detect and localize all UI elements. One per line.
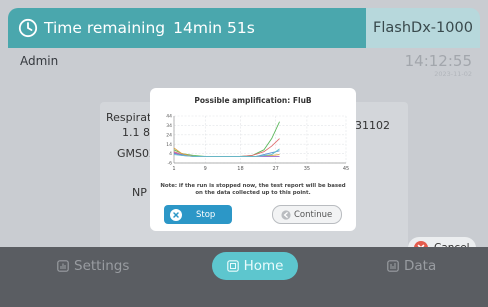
y-tick-label-1: 34 (166, 123, 172, 129)
nav-settings[interactable]: Settings (57, 255, 129, 277)
home-icon (226, 260, 239, 272)
bottom-nav: Settings Home Data (0, 247, 488, 307)
x-tick-label-4: 35 (304, 166, 310, 172)
nav-data-label: Data (404, 258, 437, 274)
dialog-title: Possible amplification: FluB (194, 96, 312, 105)
amplification-dialog: Possible amplification: FluB 44 34 24 14 4 -6… (150, 88, 356, 231)
time-remaining-label: Time remaining (44, 19, 166, 37)
x-tick-label-5: 45 (343, 166, 349, 172)
time-remaining-bar: Time remaining 14min 51s (8, 8, 366, 48)
y-tick-label-3: 14 (166, 142, 172, 148)
x-tick-label-1: 9 (204, 166, 207, 172)
stop-label: Stop (196, 209, 216, 220)
device-screen: Time remaining 14min 51s FlashDx-1000 Ad… (0, 0, 488, 307)
x-tick-label-3: 27 (272, 166, 278, 172)
test-date-partial: 31102 (355, 119, 390, 132)
nav-settings-label: Settings (74, 258, 130, 274)
continue-arrow-icon (281, 209, 291, 220)
clock-date: 2023-11-02 (434, 70, 472, 78)
series-line-0 (173, 121, 280, 157)
stop-button[interactable]: Stop (164, 205, 232, 224)
settings-icon (57, 260, 69, 272)
header-bar: Time remaining 14min 51s FlashDx-1000 (8, 8, 480, 48)
x-tick-label-2: 18 (237, 166, 243, 172)
dialog-note-line-1: Note: if the run is stopped now, the tes… (160, 183, 346, 189)
continue-label: Continue (294, 209, 333, 220)
nav-home[interactable]: Home (212, 252, 298, 280)
clock-time: 14:12:55 (404, 52, 472, 70)
user-name: Admin (20, 54, 59, 68)
y-tick-label-0: 44 (166, 114, 172, 120)
x-tick-label-0: 1 (172, 166, 175, 172)
clock-icon (18, 18, 38, 38)
continue-button[interactable]: Continue (272, 205, 342, 224)
data-icon (387, 260, 399, 272)
dialog-note-line-2: on the data collected up to this point. (195, 189, 311, 196)
nav-data[interactable]: Data (387, 255, 436, 277)
nav-home-label: Home (243, 258, 284, 274)
time-remaining-value: 14min 51s (173, 19, 255, 37)
amplification-chart: 443424144-61 9 18 27 35 45 (166, 114, 349, 172)
y-tick-label-4: 4 (169, 151, 172, 157)
device-name: FlashDx-1000 (366, 8, 480, 48)
dialog-note: Note: if the run is stopped now, the tes… (150, 183, 356, 196)
y-tick-label-2: 24 (166, 132, 172, 138)
stop-x-icon (170, 208, 182, 221)
